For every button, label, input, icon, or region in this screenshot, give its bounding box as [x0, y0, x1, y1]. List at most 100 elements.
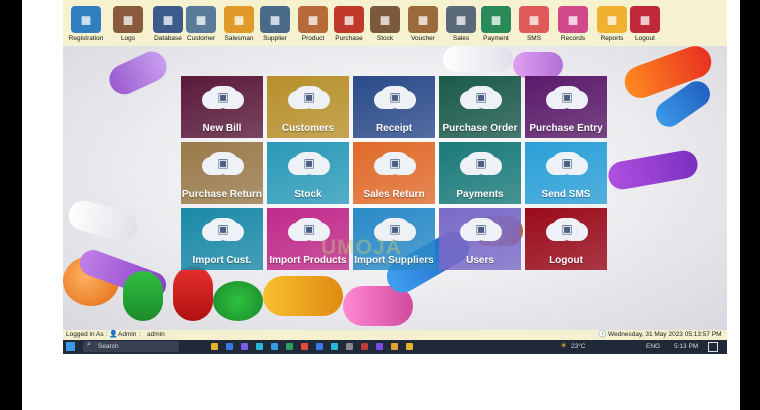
- toolbar-button-sms[interactable]: ■ SMS: [514, 6, 554, 46]
- tile-import-cust[interactable]: ▣ Import Cust.: [181, 208, 263, 270]
- watermark-logo-subtext: TECHNOLOGIES: [353, 260, 425, 266]
- tile-logout[interactable]: ▣ Logout: [525, 208, 607, 270]
- taskbar-chrome-icon[interactable]: [301, 343, 308, 350]
- bill-icon: ▣: [208, 86, 238, 108]
- toolbar-button-salesman[interactable]: ■ Salesman: [219, 6, 259, 46]
- toolbar-button-logs[interactable]: ■ Logs: [108, 6, 148, 46]
- decorative-pill: [263, 276, 343, 316]
- taskbar-search-label: Search: [98, 343, 119, 350]
- tile-purchase-order[interactable]: ▣ Purchase Order: [439, 76, 521, 138]
- customers-icon: ▣: [294, 86, 324, 108]
- supplier-icon: ■: [260, 6, 290, 33]
- decorative-pill: [65, 197, 141, 245]
- taskbar-whatsapp-icon[interactable]: [286, 343, 293, 350]
- toolbar-label: SMS: [526, 35, 542, 42]
- tile-payments[interactable]: ▣ Payments: [439, 142, 521, 204]
- decorative-pill: [213, 281, 263, 321]
- watermark-logo-text: UMOJA: [321, 236, 402, 259]
- toolbar-button-logout[interactable]: ■ Logout: [625, 6, 665, 46]
- tile-receipt[interactable]: ▣ Receipt: [353, 76, 435, 138]
- clock-time[interactable]: 5:13 PM: [674, 343, 698, 350]
- taskbar-teams-icon[interactable]: [241, 343, 248, 350]
- tile-purchase-entry[interactable]: ▣ Purchase Entry: [525, 76, 607, 138]
- taskbar-settings-icon[interactable]: [346, 343, 353, 350]
- toolbar-button-payment[interactable]: ■ Payment: [476, 6, 516, 46]
- taskbar-file-explorer-icon[interactable]: [211, 343, 218, 350]
- records-icon: ■: [558, 6, 588, 33]
- notifications-icon[interactable]: [708, 342, 718, 352]
- temperature-value: 23°C: [571, 343, 586, 350]
- decorative-pill: [173, 266, 213, 321]
- tile-label: Purchase Entry: [529, 123, 603, 134]
- toolbar-button-customer[interactable]: ■ Customer: [181, 6, 221, 46]
- toolbar-label: Voucher: [411, 35, 435, 42]
- decorative-pill: [123, 271, 163, 321]
- toolbar-label: Logs: [120, 35, 136, 42]
- decorative-pill: [513, 52, 563, 78]
- tile-new-bill[interactable]: ▣ New Bill: [181, 76, 263, 138]
- tile-customers[interactable]: ▣ Customers: [267, 76, 349, 138]
- tile-send-sms[interactable]: ▣ Send SMS: [525, 142, 607, 204]
- windows-start-icon[interactable]: [66, 342, 75, 351]
- decorative-pill: [104, 46, 172, 100]
- toolbar-button-stock[interactable]: ■ Stock: [365, 6, 405, 46]
- taskbar-app-icon[interactable]: [391, 343, 398, 350]
- toolbar-label: Payment: [483, 35, 509, 42]
- taskbar-mail-icon[interactable]: [271, 343, 278, 350]
- database-icon: ■: [153, 6, 183, 33]
- datetime-value: Wednesday, 31 May 2023 05:13:57 PM: [608, 331, 722, 338]
- toolbar-button-purchase[interactable]: ■ Purchase: [329, 6, 369, 46]
- taskbar-app-icon[interactable]: [406, 343, 413, 350]
- language-indicator[interactable]: ENG: [646, 343, 660, 350]
- taskbar-vscode-icon[interactable]: [316, 343, 323, 350]
- tile-label: Send SMS: [541, 189, 591, 200]
- toolbar-button-records[interactable]: ■ Records: [553, 6, 593, 46]
- product-box-icon: ■: [298, 6, 328, 33]
- toolbar-button-registration[interactable]: ■ Registration: [66, 6, 106, 46]
- tile-label: Users: [466, 255, 494, 266]
- toolbar-button-sales[interactable]: ■ Sales: [441, 6, 481, 46]
- username-value: admin: [147, 331, 165, 338]
- tile-label: Payments: [456, 189, 504, 200]
- taskbar-store-icon[interactable]: [226, 343, 233, 350]
- tile-label: Stock: [294, 189, 322, 200]
- customer-icon: ■: [186, 6, 216, 33]
- role-value: Admin: [118, 331, 137, 338]
- reports-icon: ■: [597, 6, 627, 33]
- payments-icon: ▣: [466, 152, 496, 174]
- taskbar-visual-studio-icon[interactable]: [376, 343, 383, 350]
- toolbar-button-supplier[interactable]: ■ Supplier: [255, 6, 295, 46]
- tile-label: Purchase Return: [181, 189, 263, 200]
- tile-label: New Bill: [202, 123, 242, 134]
- toolbar-label: Stock: [376, 35, 394, 42]
- toolbar-label: Supplier: [263, 35, 287, 42]
- salesman-icon: ■: [224, 6, 254, 33]
- tile-label: Sales Return: [363, 189, 425, 200]
- sales-return-icon: ▣: [380, 152, 410, 174]
- voucher-icon: ■: [408, 6, 438, 33]
- stock-icon: ▣: [294, 152, 324, 174]
- user-icon: 👤: [109, 331, 118, 338]
- status-bar: Logged in As : 👤 Admin : admin 🕔 Wednesd…: [63, 330, 727, 340]
- users-icon: ▣: [466, 218, 496, 240]
- sms-icon: ■: [519, 6, 549, 33]
- toolbar-label: Registration: [68, 35, 104, 42]
- toolbar-label: Product: [301, 35, 325, 42]
- taskbar-edge-icon[interactable]: [256, 343, 263, 350]
- tile-users[interactable]: ▣ Users: [439, 208, 521, 270]
- tile-stock[interactable]: ▣ Stock: [267, 142, 349, 204]
- taskbar-app-icon[interactable]: [361, 343, 368, 350]
- toolbar-button-product[interactable]: ■ Product: [293, 6, 333, 46]
- toolbar-label: Database: [154, 35, 182, 42]
- tile-purchase-return[interactable]: ▣ Purchase Return: [181, 142, 263, 204]
- toolbar-label: Logout: [635, 35, 655, 42]
- weather-icon[interactable]: ☀: [560, 341, 567, 350]
- app-window: ■ Registration ■ Logs ■ Database ■ Customer ■ Sal…: [63, 0, 727, 354]
- dashboard-area: ▣ New Bill ▣ Customers ▣ Receipt ▣ Purchase Ord…: [63, 46, 727, 330]
- import-customer-icon: ▣: [208, 218, 238, 240]
- taskbar-photos-icon[interactable]: [331, 343, 338, 350]
- tile-sales-return[interactable]: ▣ Sales Return: [353, 142, 435, 204]
- tile-label: Purchase Order: [442, 123, 518, 134]
- toolbar-button-voucher[interactable]: ■ Voucher: [403, 6, 443, 46]
- toolbar-label: Sales: [452, 35, 470, 42]
